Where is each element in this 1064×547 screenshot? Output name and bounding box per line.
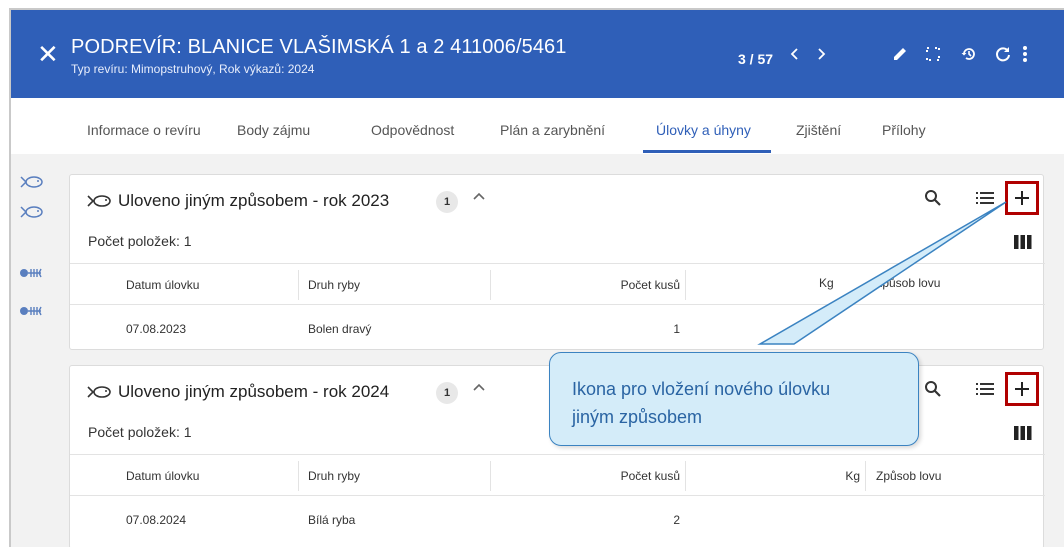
plus-icon: [1015, 382, 1029, 396]
app-window: ✕ PODREVÍR: BLANICE VLAŠIMSKÁ 1 a 2 4110…: [9, 8, 1064, 547]
fullscreen-icon: [926, 47, 940, 61]
plus-icon: [1015, 191, 1029, 205]
add-catch-button[interactable]: [1005, 181, 1039, 215]
columns-icon: [1014, 426, 1032, 440]
tab-zjisteni[interactable]: Zjištění: [796, 122, 841, 138]
column-header[interactable]: Datum úlovku: [126, 278, 199, 292]
page-subtitle: Typ revíru: Mimopstruhový, Rok výkazů: 2…: [71, 62, 315, 76]
column-divider: [490, 270, 491, 300]
column-header[interactable]: Způsob lovu: [876, 469, 941, 483]
fish-icon: [87, 195, 111, 207]
tab-plan-a-zarybneni[interactable]: Plán a zarybnění: [500, 122, 605, 138]
side-navigation: [11, 154, 51, 547]
column-divider: [685, 270, 686, 300]
column-header[interactable]: Druh ryby: [308, 278, 360, 292]
fullscreen-button[interactable]: [919, 40, 947, 68]
edit-button[interactable]: [886, 40, 914, 68]
fish-skeleton-icon[interactable]: [19, 265, 43, 281]
table-header: Datum úlovku Druh ryby Počet kusů Kg Způ…: [70, 454, 1045, 496]
column-header[interactable]: Způsob lovu: [875, 276, 940, 290]
page-title: PODREVÍR: BLANICE VLAŠIMSKÁ 1 a 2 411006…: [71, 36, 567, 58]
fish-skeleton-icon[interactable]: [19, 303, 43, 319]
list-icon: [976, 383, 994, 395]
record-counter: 3 / 57: [738, 51, 774, 67]
column-divider: [298, 461, 299, 491]
tab-informace-o-reviru[interactable]: Informace o revíru: [87, 122, 201, 138]
column-divider: [490, 461, 491, 491]
callout-text-line: Ikona pro vložení nového úlovku: [572, 379, 831, 399]
chevron-up-icon: [473, 383, 485, 391]
list-icon: [976, 192, 994, 204]
column-header[interactable]: Kg: [819, 276, 834, 290]
search-icon: [925, 190, 941, 206]
column-header[interactable]: Kg: [820, 469, 860, 483]
next-record-button[interactable]: [807, 40, 835, 68]
cell-date: 07.08.2024: [126, 513, 187, 527]
section-2023: Uloveno jiným způsobem - rok 2023 1 Poče…: [69, 174, 1045, 350]
column-settings-button[interactable]: [1010, 420, 1036, 446]
tab-body-zajmu[interactable]: Body zájmu: [237, 122, 310, 138]
section-title: Uloveno jiným způsobem - rok 2024: [118, 382, 390, 401]
callout-text-line: jiným způsobem: [572, 407, 703, 427]
cell-count: 1: [673, 322, 680, 336]
column-divider: [865, 461, 866, 491]
columns-icon: [1014, 235, 1032, 249]
item-count-label: Počet položek: 1: [88, 233, 192, 249]
tab-ulovky-a-uhyny[interactable]: Úlovky a úhyny: [656, 122, 751, 138]
chevron-up-icon: [473, 192, 485, 200]
refresh-button[interactable]: [989, 40, 1017, 68]
list-view-button[interactable]: [972, 185, 998, 211]
column-header[interactable]: Počet kusů: [580, 469, 680, 483]
history-button[interactable]: [955, 40, 983, 68]
column-header[interactable]: Datum úlovku: [126, 469, 199, 483]
chevron-left-icon: [790, 48, 798, 60]
cell-fish: Bolen dravý: [308, 322, 372, 336]
tab-bar: Informace o revíru Body zájmu Odpovědnos…: [11, 98, 1064, 154]
fish-icon[interactable]: [19, 174, 43, 190]
column-header[interactable]: Druh ryby: [308, 469, 360, 483]
search-icon: [925, 381, 941, 397]
history-icon: [961, 48, 975, 60]
tab-odpovednost[interactable]: Odpovědnost: [371, 122, 454, 138]
column-settings-button[interactable]: [1010, 229, 1036, 255]
pencil-icon: [894, 48, 906, 60]
previous-record-button[interactable]: [781, 40, 809, 68]
fish-icon[interactable]: [19, 204, 43, 220]
active-tab-indicator: [643, 150, 771, 153]
column-header[interactable]: Počet kusů: [580, 278, 680, 292]
collapse-button[interactable]: [472, 380, 486, 399]
close-button[interactable]: ✕: [37, 41, 59, 67]
section-title: Uloveno jiným způsobem - rok 2023: [118, 191, 390, 210]
more-vertical-icon: [1023, 46, 1027, 62]
column-divider: [298, 270, 299, 300]
search-button[interactable]: [920, 185, 946, 211]
more-menu-button[interactable]: [1015, 40, 1035, 68]
search-button[interactable]: [920, 376, 946, 402]
collapse-button[interactable]: [472, 189, 486, 208]
refresh-icon: [996, 47, 1010, 62]
cell-fish: Bílá ryba: [308, 513, 356, 527]
list-view-button[interactable]: [972, 376, 998, 402]
column-divider: [685, 461, 686, 491]
fish-icon: [87, 386, 111, 398]
chevron-right-icon: [818, 48, 826, 60]
tab-prilohy[interactable]: Přílohy: [882, 122, 926, 138]
cell-count: 2: [673, 513, 680, 527]
header-bar: ✕ PODREVÍR: BLANICE VLAŠIMSKÁ 1 a 2 4110…: [11, 10, 1064, 98]
add-catch-button[interactable]: [1005, 372, 1039, 406]
item-count-label: Počet položek: 1: [88, 424, 192, 440]
item-count-badge: 1: [436, 191, 458, 213]
help-callout: Ikona pro vložení nového úlovku jiným zp…: [549, 352, 919, 446]
cell-date: 07.08.2023: [126, 322, 187, 336]
item-count-badge: 1: [436, 382, 458, 404]
